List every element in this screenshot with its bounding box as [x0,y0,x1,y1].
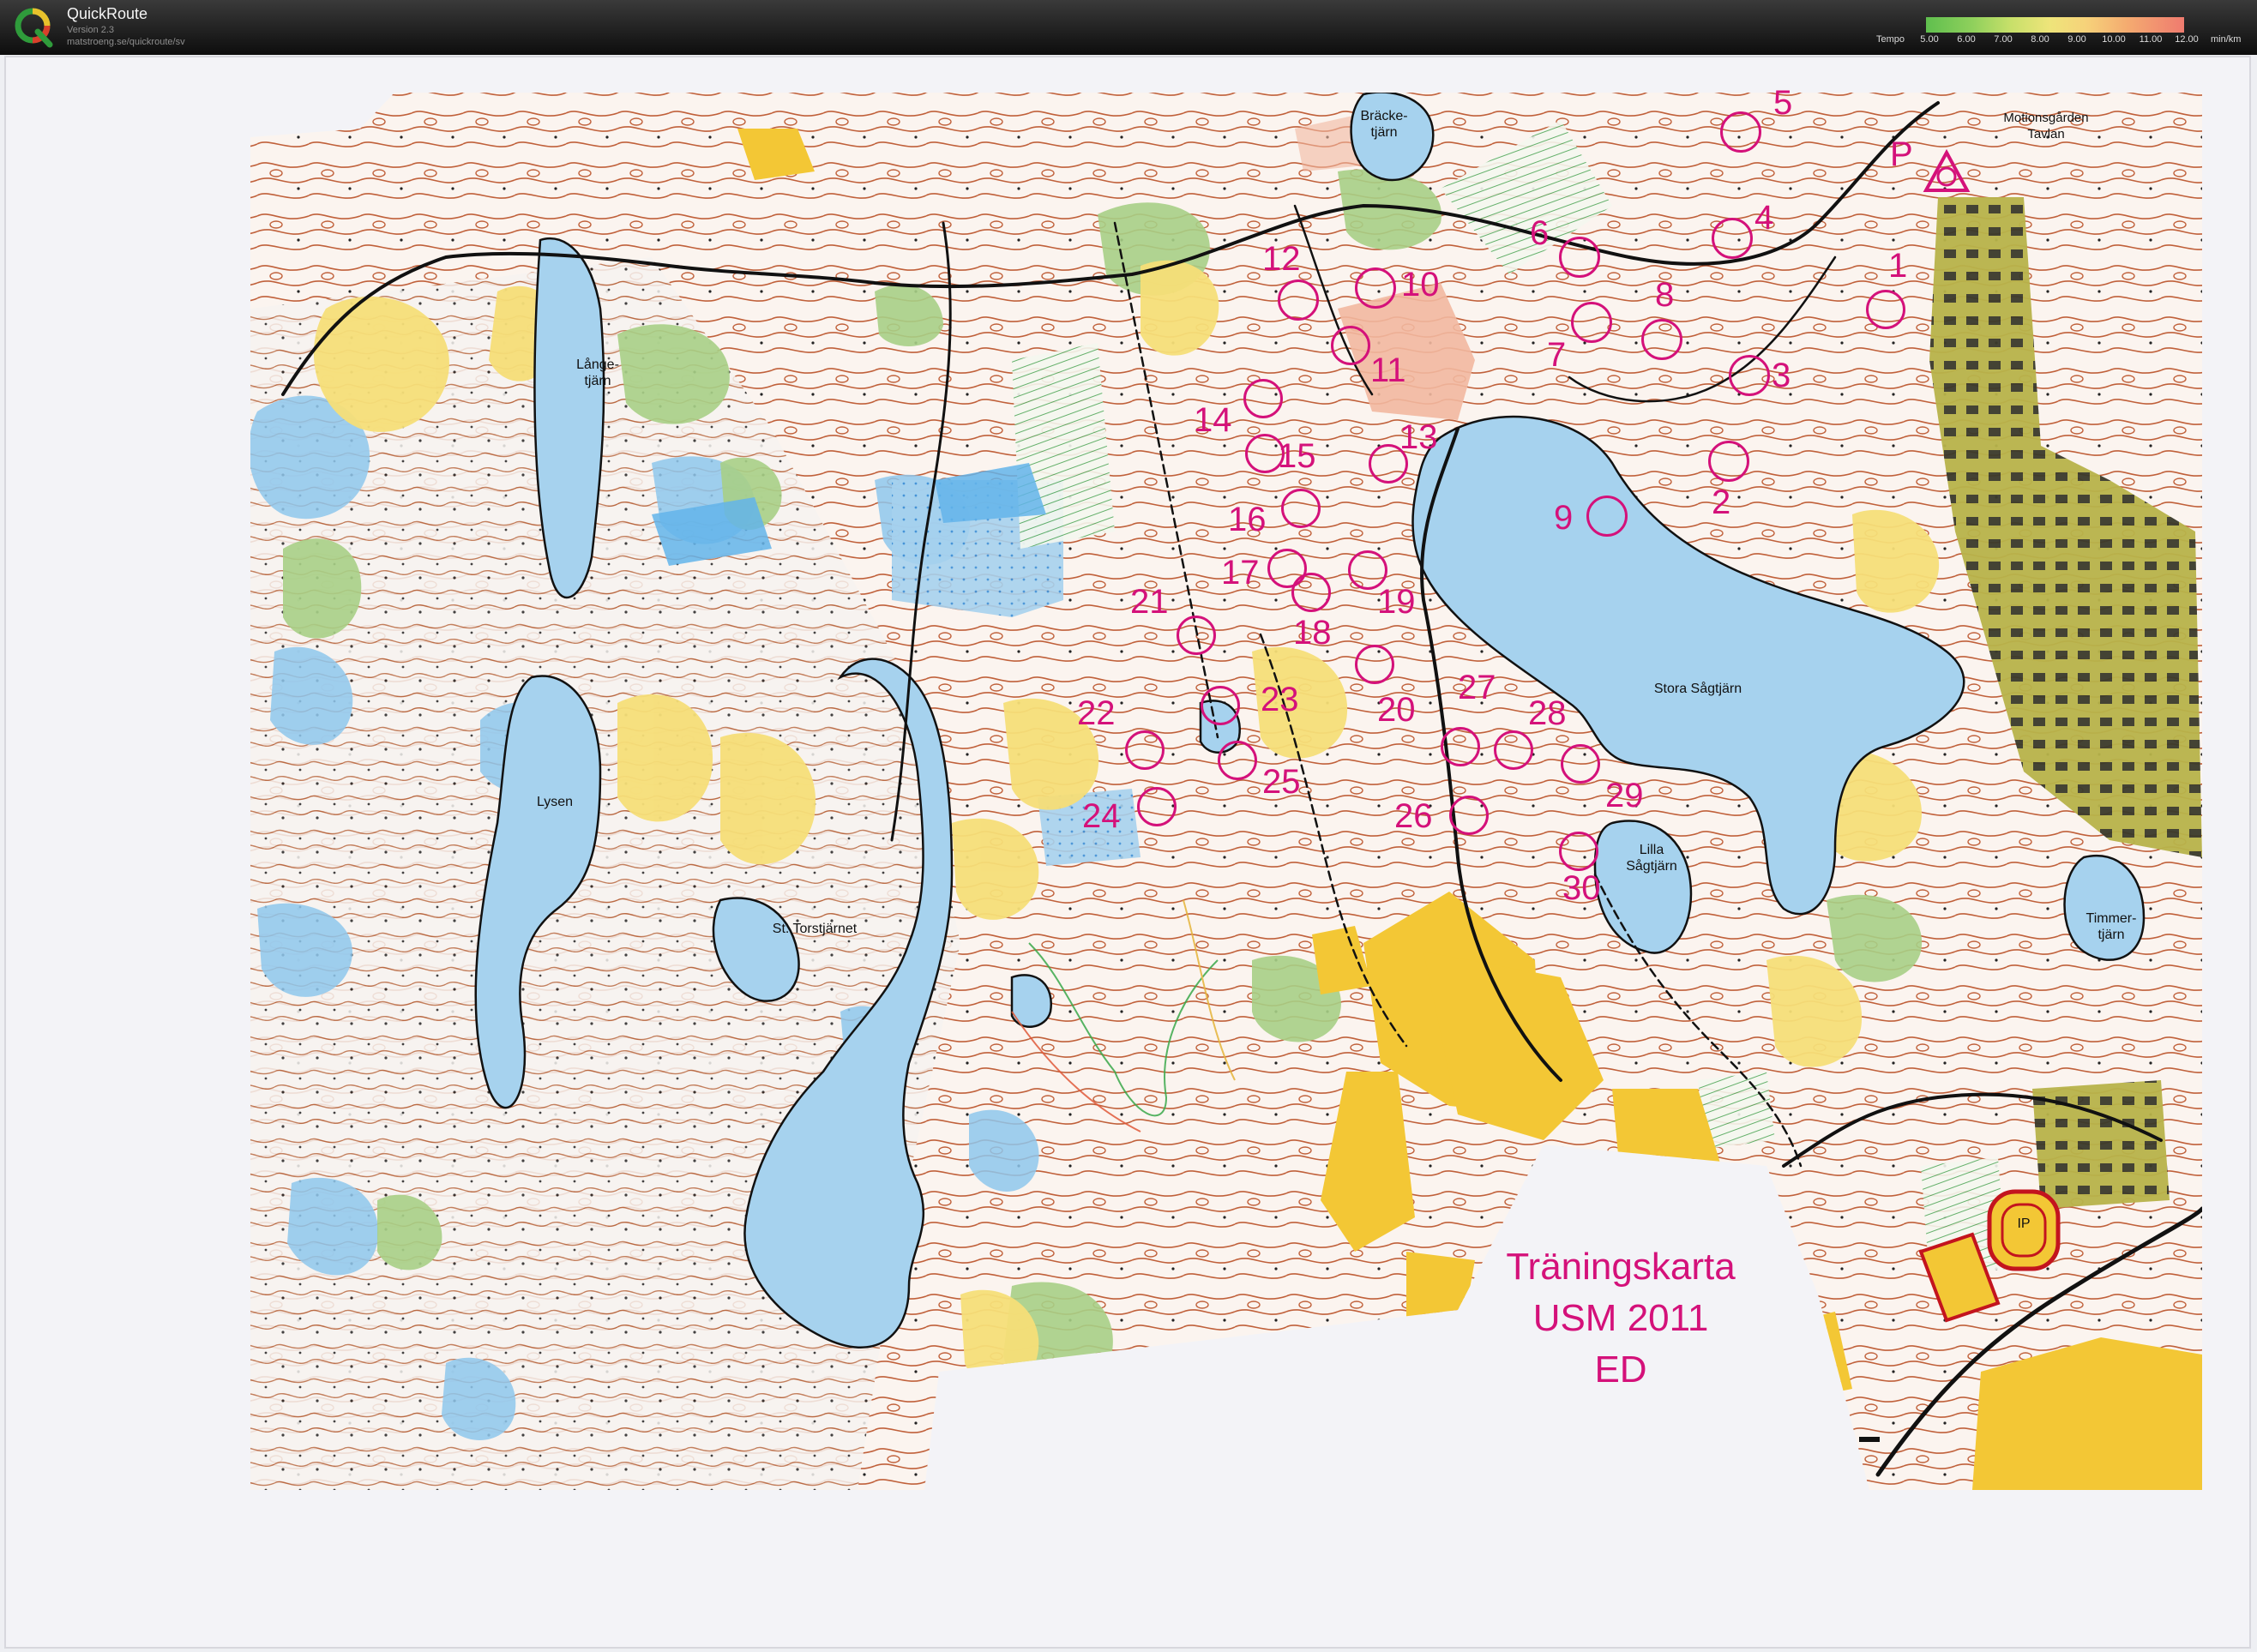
control-circle[interactable] [1866,290,1905,329]
control-circle[interactable] [1201,686,1240,725]
control-number: 14 [1194,401,1232,439]
control-number: 30 [1562,869,1601,907]
control-number: 29 [1605,777,1644,814]
control-circle[interactable] [1331,326,1370,365]
control-circle[interactable] [1559,832,1598,871]
control-circle[interactable] [1559,237,1600,278]
control-number: 12 [1262,240,1301,278]
control-number: 25 [1262,763,1301,801]
control-number: 16 [1228,501,1267,538]
control-number: 1 [1888,247,1908,285]
place-label: Timmer- tjärn [2085,911,2137,942]
place-label: St. Torstjärnet [772,922,858,936]
control-circle[interactable] [1177,616,1216,655]
control-circle[interactable] [1137,787,1177,826]
control-number: 24 [1082,797,1121,835]
control-circle[interactable] [1708,441,1749,482]
control-circle[interactable] [1712,218,1753,259]
control-number: 15 [1278,437,1316,475]
place-label: Lilla Sågtjärn [1626,843,1677,874]
control-number: 3 [1772,357,1791,394]
map-title-line: Träningskarta [1506,1246,1736,1288]
control-circle[interactable] [1449,796,1489,835]
map-title: Träningskarta USM 2011 ED [1475,1241,1766,1396]
control-circle[interactable] [1720,111,1761,153]
control-number: 22 [1077,694,1116,732]
start-triangle-icon [1923,148,1971,192]
control-circle[interactable] [1571,302,1612,343]
control-number: 13 [1399,418,1438,456]
control-number: 6 [1530,214,1550,252]
map-title-line: USM 2011 [1532,1297,1709,1339]
control-number: 10 [1401,266,1440,303]
parking-label: P [1890,135,1913,173]
control-circle[interactable] [1441,727,1480,766]
place-label: Lysen [536,795,574,809]
control-number: 11 [1370,351,1406,389]
control-circle[interactable] [1586,496,1628,537]
control-number: 28 [1528,694,1567,732]
control-number: 21 [1130,583,1169,621]
control-circle[interactable] [1125,730,1165,770]
control-number: 2 [1712,484,1731,521]
control-number: 19 [1377,583,1416,621]
control-circle[interactable] [1278,279,1319,321]
place-label: IP [2017,1216,2031,1231]
control-number: 20 [1377,691,1416,729]
orienteering-map[interactable] [0,0,2257,1652]
control-circle[interactable] [1561,744,1600,784]
control-number: 17 [1221,554,1260,592]
control-circle[interactable] [1494,730,1533,770]
control-number: 4 [1754,199,1774,237]
place-label: Motionsgården Tavlan [2003,111,2089,141]
control-circle[interactable] [1218,741,1257,780]
control-number: 26 [1394,797,1433,835]
control-number: 8 [1655,276,1675,314]
control-number: 18 [1293,614,1332,652]
map-title-line: ED [1594,1349,1647,1391]
control-number: 7 [1547,336,1567,374]
control-circle[interactable] [1355,645,1394,684]
control-number: 9 [1554,499,1574,537]
place-label: Stora Sågtjärn [1653,682,1742,696]
place-label: Bräcke- tjärn [1360,109,1408,140]
control-number: 27 [1458,669,1496,706]
control-number: 23 [1261,681,1299,718]
place-label: Långe- tjärn [576,357,619,388]
control-circle[interactable] [1291,573,1331,612]
control-circle[interactable] [1729,355,1770,396]
control-circle[interactable] [1641,319,1682,360]
control-circle[interactable] [1281,489,1321,528]
control-circle[interactable] [1355,267,1396,309]
control-number: 5 [1773,84,1793,122]
control-circle[interactable] [1243,379,1283,418]
